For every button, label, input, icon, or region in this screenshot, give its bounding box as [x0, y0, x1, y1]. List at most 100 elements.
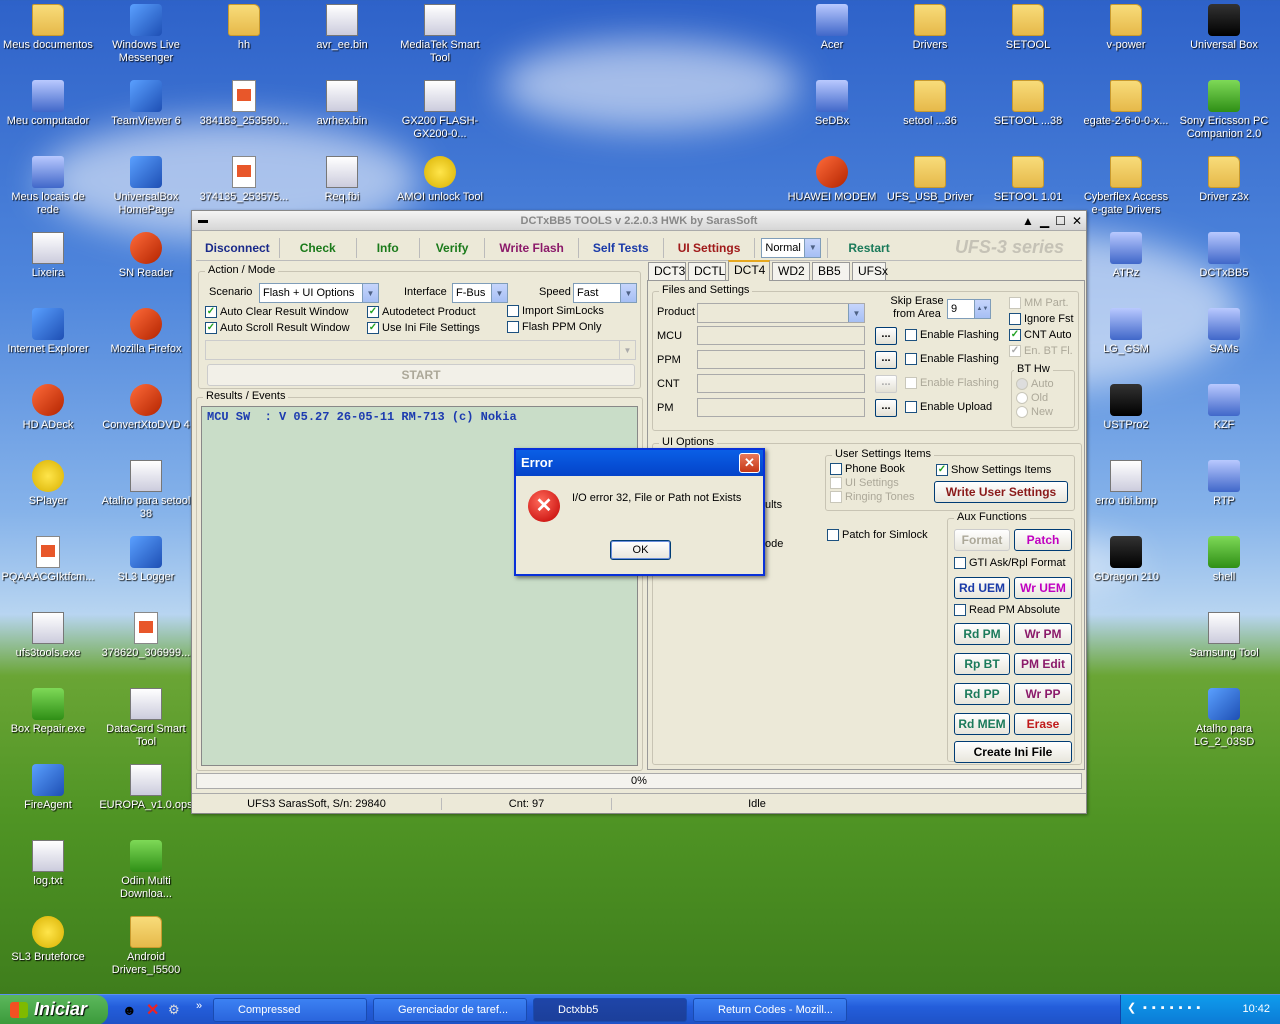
tool-quicklaunch-icon[interactable]: ⚙	[168, 1002, 180, 1018]
desktop-icon[interactable]: shell	[1176, 536, 1272, 584]
rd-pp-button[interactable]: Rd PP	[954, 683, 1010, 705]
desktop-icon[interactable]: HUAWEI MODEM	[784, 156, 880, 204]
enable-upload-checkbox[interactable]: Enable Upload	[905, 401, 992, 413]
desktop-icon[interactable]: log.txt	[0, 840, 96, 888]
error-dialog-titlebar[interactable]: Error ✕	[516, 450, 763, 476]
desktop-icon[interactable]: Acer	[784, 4, 880, 52]
mcu-field[interactable]	[697, 326, 865, 345]
scenario-select[interactable]: Flash + UI Options ▼	[259, 283, 379, 303]
desktop-icon[interactable]: v-power	[1078, 4, 1174, 52]
restart-button[interactable]: Restart	[827, 237, 909, 258]
phone-book-checkbox[interactable]: Phone Book	[830, 463, 905, 475]
mcu-browse-button[interactable]: ...	[875, 327, 897, 345]
patch-simlock-checkbox[interactable]: Patch for Simlock	[827, 529, 928, 541]
en-bt-checkbox[interactable]: ✓ En. BT Fl.	[1009, 345, 1073, 357]
desktop-icon[interactable]: KZF	[1176, 384, 1272, 432]
wr-uem-button[interactable]: Wr UEM	[1014, 577, 1072, 599]
mode-select[interactable]: Normal ▼	[761, 237, 822, 258]
bt-old-radio[interactable]: Old	[1016, 392, 1048, 404]
disconnect-button[interactable]: Disconnect	[196, 237, 280, 258]
desktop-icon[interactable]: Drivers	[882, 4, 978, 52]
desktop-icon[interactable]: DCTxBB5	[1176, 232, 1272, 280]
desktop-icon[interactable]: avr_ee.bin	[294, 4, 390, 52]
mcu-enable-flashing[interactable]: Enable Flashing	[905, 329, 999, 341]
ignore-fst-checkbox[interactable]: Ignore Fst	[1009, 313, 1074, 325]
ok-button[interactable]: OK	[610, 540, 671, 560]
verify-button[interactable]: Verify	[420, 237, 486, 258]
quicklaunch-expand-icon[interactable]: »	[196, 1000, 202, 1012]
auto-clear-checkbox[interactable]: ✓ Auto Clear Result Window	[205, 306, 348, 318]
tab-bb5[interactable]: BB5	[812, 262, 850, 280]
desktop-icon[interactable]: egate-2-6-0-0-x...	[1078, 80, 1174, 128]
write-flash-button[interactable]: Write Flash	[485, 237, 579, 258]
desktop-icon[interactable]: DataCard Smart Tool	[98, 688, 194, 749]
tab-dctl[interactable]: DCTL	[688, 262, 726, 280]
desktop-icon[interactable]: SL3 Logger	[98, 536, 194, 584]
desktop-icon[interactable]: setool ...36	[882, 80, 978, 128]
desktop-icon[interactable]: MediaTek Smart Tool	[392, 4, 488, 65]
desktop-icon[interactable]: GX200 FLASH-GX200-0...	[392, 80, 488, 141]
tab-dct4[interactable]: DCT4	[728, 260, 770, 281]
cnt-browse-button[interactable]: ...	[875, 375, 897, 393]
window-titlebar[interactable]: ▬ DCTxBB5 TOOLS v 2.2.0.3 HWK by SarasSo…	[192, 211, 1086, 231]
rd-pm-button[interactable]: Rd PM	[954, 623, 1010, 645]
check-button[interactable]: Check	[280, 237, 357, 258]
tab-ufsx[interactable]: UFSx	[852, 262, 888, 280]
task-dctxbb5[interactable]: Dctxbb5	[533, 998, 687, 1022]
desktop-icon[interactable]: Odin Multi Downloa...	[98, 840, 194, 901]
desktop-icon[interactable]: 378620_306999...	[98, 612, 194, 660]
info-button[interactable]: Info	[357, 237, 420, 258]
rd-uem-button[interactable]: Rd UEM	[954, 577, 1010, 599]
convertx-quicklaunch-icon[interactable]: ✕	[146, 1000, 159, 1020]
pm-edit-button[interactable]: PM Edit	[1014, 653, 1072, 675]
ringing-tones-checkbox[interactable]: Ringing Tones	[830, 491, 915, 503]
tab-wd2[interactable]: WD2	[772, 262, 810, 280]
ui-settings-button[interactable]: UI Settings	[664, 237, 756, 258]
desktop-icon[interactable]: Cyberflex Access e-gate Drivers	[1078, 156, 1174, 217]
read-pm-absolute-checkbox[interactable]: Read PM Absolute	[954, 604, 1060, 616]
desktop-icon[interactable]: Box Repair.exe	[0, 688, 96, 736]
desktop-icon[interactable]: Meu computador	[0, 80, 96, 128]
rp-bt-button[interactable]: Rp BT	[954, 653, 1010, 675]
interface-select[interactable]: F-Bus ▼	[452, 283, 508, 303]
auto-scroll-checkbox[interactable]: ✓ Auto Scroll Result Window	[205, 322, 350, 334]
spinner-arrows-icon[interactable]: ▲▼	[974, 300, 990, 318]
start-button[interactable]: Iniciar	[0, 995, 108, 1024]
desktop-icon[interactable]: UFS_USB_Driver	[882, 156, 978, 204]
desktop-icon[interactable]: EUROPA_v1.0.ops	[98, 764, 194, 812]
ppm-enable-flashing[interactable]: Enable Flashing	[905, 353, 999, 365]
desktop-icon[interactable]: PQAAACGIktfcm...	[0, 536, 96, 584]
task-firefox[interactable]: Return Codes - Mozill...	[693, 998, 847, 1022]
cnt-field[interactable]	[697, 374, 865, 393]
bt-auto-radio[interactable]: Auto	[1016, 378, 1054, 390]
product-select[interactable]: ▼	[697, 303, 865, 323]
format-button[interactable]: Format	[954, 529, 1010, 551]
create-ini-button[interactable]: Create Ini File	[954, 741, 1072, 763]
desktop-icon[interactable]: Driver z3x	[1176, 156, 1272, 204]
desktop-icon[interactable]: SETOOL 1.01	[980, 156, 1076, 204]
desktop-icon[interactable]: Lixeira	[0, 232, 96, 280]
desktop-icon[interactable]: Req.fbi	[294, 156, 390, 204]
write-user-settings-button[interactable]: Write User Settings	[934, 481, 1068, 503]
desktop-icon[interactable]: SETOOL ...38	[980, 80, 1076, 128]
task-compressed[interactable]: Compressed	[213, 998, 367, 1022]
desktop-icon[interactable]: Android Drivers_I5500	[98, 916, 194, 977]
desktop-icon[interactable]: ufs3tools.exe	[0, 612, 96, 660]
desktop-icon[interactable]: Meus locais de rede	[0, 156, 96, 217]
use-ini-checkbox[interactable]: ✓ Use Ini File Settings	[367, 322, 480, 334]
tray-icons[interactable]: ▪▪▪▪▪▪▪	[1143, 1002, 1205, 1014]
speed-select[interactable]: Fast ▼	[573, 283, 637, 303]
desktop-icon[interactable]: Internet Explorer	[0, 308, 96, 356]
messenger-quicklaunch-icon[interactable]: ☻	[122, 1002, 137, 1018]
desktop-icon[interactable]: 384183_253590...	[196, 80, 292, 128]
flash-ppm-checkbox[interactable]: Flash PPM Only	[507, 321, 601, 333]
close-icon[interactable]: ✕	[1072, 214, 1082, 228]
desktop-icon[interactable]: SL3 Bruteforce	[0, 916, 96, 964]
ui-settings-checkbox[interactable]: UI Settings	[830, 477, 899, 489]
desktop-icon[interactable]: hh	[196, 4, 292, 52]
patch-button[interactable]: Patch	[1014, 529, 1072, 551]
cnt-auto-checkbox[interactable]: ✓ CNT Auto	[1009, 329, 1072, 341]
desktop-icon[interactable]: RTP	[1176, 460, 1272, 508]
wr-pm-button[interactable]: Wr PM	[1014, 623, 1072, 645]
import-simlocks-checkbox[interactable]: Import SimLocks	[507, 305, 604, 317]
